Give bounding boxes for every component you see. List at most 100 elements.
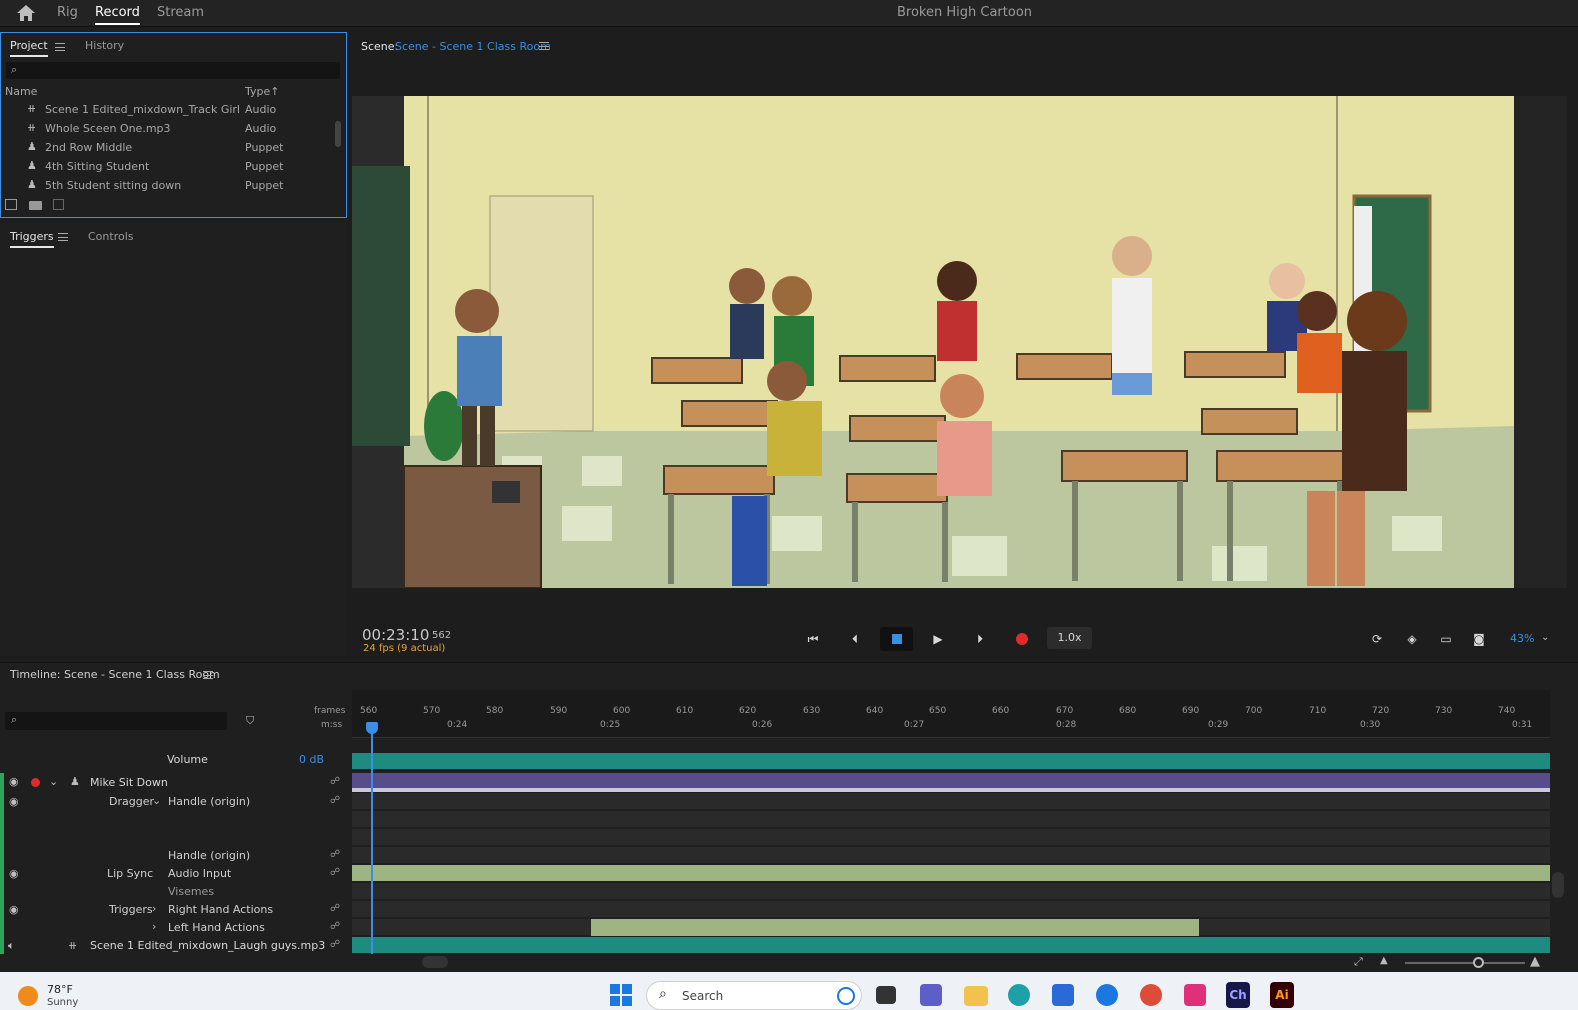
- speaker-icon[interactable]: 🔈︎: [8, 939, 15, 953]
- record-arm-icon[interactable]: [31, 778, 40, 787]
- project-item[interactable]: ⧺ Whole Sceen One.mp3 Audio: [5, 119, 337, 138]
- scene-name-link[interactable]: Scene - Scene 1 Class Room: [395, 40, 551, 53]
- step-forward-icon[interactable]: ⏵: [970, 631, 990, 647]
- volume-lane[interactable]: [352, 753, 1550, 770]
- home-icon[interactable]: [16, 4, 36, 22]
- dragger-lane[interactable]: [352, 793, 1550, 810]
- illustrator-icon[interactable]: Ai: [1270, 982, 1294, 1008]
- arm-icon[interactable]: ☍: [330, 776, 340, 787]
- project-item[interactable]: ⧺ Scene 1 Edited_mixdown_Track Girls... Au…: [5, 100, 337, 119]
- chevron-down-icon[interactable]: ⌄: [49, 775, 58, 788]
- visemes-lane[interactable]: [352, 883, 1550, 900]
- loop-icon[interactable]: ⟳: [1367, 631, 1387, 647]
- volume-value[interactable]: 0 dB: [299, 753, 324, 766]
- visemes-param[interactable]: Visemes: [168, 885, 214, 898]
- triggers-menu-icon[interactable]: [58, 233, 68, 241]
- column-name[interactable]: Name: [5, 85, 37, 98]
- timeline-search-input[interactable]: ⌕: [5, 712, 227, 730]
- playhead-handle[interactable]: [366, 722, 378, 734]
- right-hand-lane[interactable]: [352, 901, 1550, 918]
- weather-sun-icon[interactable]: [18, 986, 38, 1006]
- track-name[interactable]: Mike Sit Down: [90, 776, 168, 789]
- nav-record[interactable]: Record: [95, 5, 140, 25]
- edit-icon[interactable]: [53, 199, 64, 210]
- nav-rig[interactable]: Rig: [57, 5, 78, 20]
- zoom-slider-thumb[interactable]: [1473, 957, 1484, 968]
- character-animator-icon[interactable]: Ch: [1226, 982, 1250, 1008]
- cast-icon[interactable]: ▭: [1436, 631, 1456, 647]
- chevron-down-icon[interactable]: ⌄: [152, 794, 161, 807]
- folder-icon[interactable]: [29, 201, 42, 210]
- dragger-lane-3[interactable]: [352, 829, 1550, 846]
- arm-icon[interactable]: ☍: [330, 795, 340, 806]
- physics-icon[interactable]: ◈: [1402, 631, 1422, 647]
- arm-icon[interactable]: ☍: [330, 939, 340, 950]
- zoom-in-icon[interactable]: ▲: [1530, 954, 1540, 969]
- handle-lane[interactable]: [352, 847, 1550, 864]
- arm-icon[interactable]: ☍: [330, 849, 340, 860]
- play-icon[interactable]: ▶: [928, 631, 948, 647]
- file-explorer-icon[interactable]: [964, 986, 988, 1006]
- tab-project[interactable]: Project: [10, 39, 48, 57]
- store-icon[interactable]: [1052, 984, 1074, 1006]
- teams-icon[interactable]: [920, 984, 942, 1006]
- step-back-icon[interactable]: ⏴: [845, 631, 865, 647]
- audio-track-lane[interactable]: [352, 937, 1550, 954]
- project-scrollbar[interactable]: [335, 121, 341, 147]
- behavior-dragger[interactable]: Dragger: [109, 795, 154, 808]
- playback-speed[interactable]: 1.0x: [1047, 627, 1092, 649]
- behavior-lip-sync[interactable]: Lip Sync: [107, 867, 153, 880]
- chrome-icon[interactable]: [1140, 984, 1162, 1006]
- arm-icon[interactable]: ☍: [330, 867, 340, 878]
- project-item[interactable]: ♟ 4th Sitting Student Puppet: [5, 157, 337, 176]
- timeline-vertical-scrollbar[interactable]: [1552, 872, 1564, 898]
- timecode[interactable]: 00:23:10: [362, 626, 429, 644]
- taskbar-search[interactable]: ⌕ Search: [646, 981, 862, 1010]
- tab-triggers[interactable]: Triggers: [10, 230, 54, 248]
- creative-cloud-icon[interactable]: [1184, 984, 1206, 1006]
- behavior-triggers[interactable]: Triggers: [109, 903, 153, 916]
- audio-track-name[interactable]: Scene 1 Edited_mixdown_Laugh guys.mp3: [90, 939, 325, 952]
- puppet-lane[interactable]: [352, 773, 1550, 792]
- scene-menu-icon[interactable]: [539, 42, 549, 50]
- stop-button[interactable]: [880, 627, 913, 651]
- nav-stream[interactable]: Stream: [157, 5, 204, 20]
- zoom-level[interactable]: 43%: [1510, 632, 1534, 645]
- project-item[interactable]: ♟ 5th Student sitting down Puppet: [5, 176, 337, 195]
- chevron-right-icon[interactable]: ›: [152, 920, 156, 933]
- edge-icon[interactable]: [1008, 984, 1030, 1006]
- eye-icon[interactable]: ◉: [9, 795, 19, 808]
- bing-icon[interactable]: [837, 987, 855, 1005]
- dragger-lane-2[interactable]: [352, 811, 1550, 828]
- zoom-slider-track[interactable]: [1405, 962, 1525, 964]
- chevron-down-icon[interactable]: ⌄: [1541, 632, 1549, 643]
- project-item[interactable]: ♟ 2nd Row Middle Puppet: [5, 138, 337, 157]
- left-hand-take[interactable]: [591, 919, 1199, 936]
- audio-input-lane[interactable]: [352, 865, 1550, 882]
- timeline-menu-icon[interactable]: [203, 671, 213, 679]
- timeline-ruler[interactable]: 560 570 580 590 600 610 620 630 640 650 …: [352, 690, 1550, 738]
- playhead[interactable]: [371, 724, 373, 954]
- task-view-icon[interactable]: [876, 986, 896, 1004]
- handle-param[interactable]: Handle (origin): [168, 795, 250, 808]
- app-icon[interactable]: [1096, 984, 1118, 1006]
- eye-icon[interactable]: ◉: [9, 867, 19, 880]
- project-search-input[interactable]: ⌕: [6, 62, 340, 79]
- tab-history[interactable]: History: [85, 39, 124, 52]
- column-type[interactable]: Type↑: [245, 85, 279, 98]
- project-menu-icon[interactable]: [55, 43, 65, 51]
- eye-icon[interactable]: ◉: [9, 903, 19, 916]
- timeline-horizontal-scrollbar[interactable]: [422, 956, 448, 968]
- left-hand-param[interactable]: Left Hand Actions: [168, 921, 265, 934]
- eye-icon[interactable]: ◉: [9, 775, 19, 788]
- chevron-right-icon[interactable]: ›: [152, 902, 156, 915]
- fit-icon[interactable]: ⤢: [1354, 955, 1363, 969]
- right-hand-param[interactable]: Right Hand Actions: [168, 903, 273, 916]
- audio-input-param[interactable]: Audio Input: [168, 867, 231, 880]
- handle-param[interactable]: Handle (origin): [168, 849, 250, 862]
- windows-start-icon[interactable]: [610, 984, 632, 1006]
- skip-to-start-icon[interactable]: ⏮: [803, 631, 823, 647]
- camera-icon[interactable]: ◙: [1469, 631, 1489, 647]
- tab-controls[interactable]: Controls: [88, 230, 134, 243]
- record-button[interactable]: [1016, 633, 1028, 645]
